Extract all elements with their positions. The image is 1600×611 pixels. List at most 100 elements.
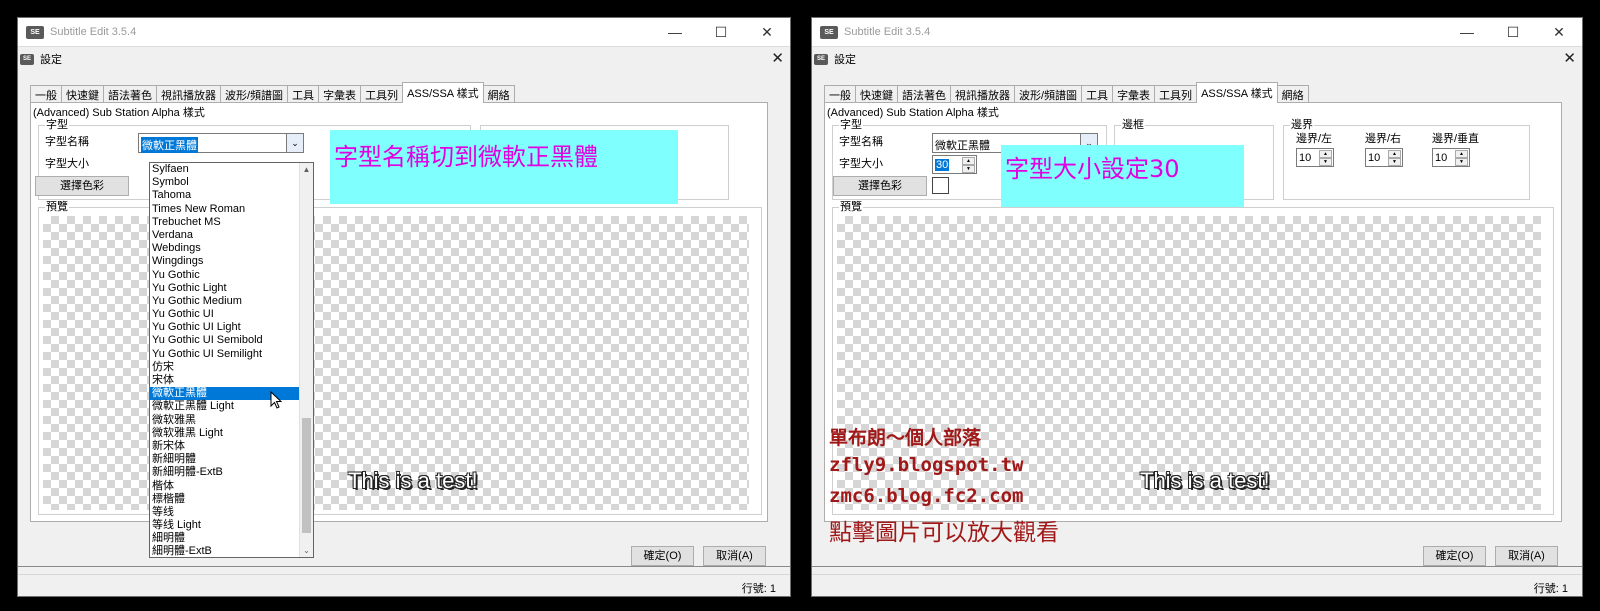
font-list-item[interactable]: Yu Gothic UI Semibold xyxy=(150,334,313,347)
font-list-item[interactable]: 微軟正黑體 Light xyxy=(150,400,313,413)
font-list-item[interactable]: 新細明體-ExtB xyxy=(150,466,313,479)
color-swatch[interactable] xyxy=(932,177,949,194)
dropdown-scrollbar[interactable]: ▲ ⌄ xyxy=(299,163,313,557)
font-list-item[interactable]: Wingdings xyxy=(150,255,313,268)
font-list-item[interactable]: 微软雅黑 Light xyxy=(150,427,313,440)
tab-video-player[interactable]: 視訊播放器 xyxy=(156,85,221,103)
title-bar[interactable]: SE Subtitle Edit 3.5.4 — ☐ ✕ xyxy=(812,18,1582,46)
font-name-combo[interactable]: 微軟正黑體 ⌄ xyxy=(138,133,304,153)
scroll-thumb[interactable] xyxy=(302,418,311,533)
tab-syntax-coloring[interactable]: 語法著色 xyxy=(103,85,157,103)
tab-waveform[interactable]: 波形/頻譜圖 xyxy=(220,85,289,103)
tab-syntax-coloring[interactable]: 語法著色 xyxy=(897,85,951,103)
spin-down-icon[interactable]: ▼ xyxy=(1455,158,1468,166)
font-dropdown-list[interactable]: Sylfaen Symbol Tahoma Times New Roman Trebuc… xyxy=(149,162,314,558)
settings-tabs: 一般 快速鍵 語法著色 視訊播放器 波形/頻譜圖 工具 字彙表 工具列 ASS/… xyxy=(30,82,515,103)
spin-up-icon[interactable]: ▲ xyxy=(1388,150,1401,158)
tab-ass-ssa-styles[interactable]: ASS/SSA 樣式 xyxy=(1196,82,1278,103)
chevron-down-icon[interactable]: ⌄ xyxy=(286,134,303,152)
font-list-item[interactable]: Yu Gothic Light xyxy=(150,282,313,295)
font-list-item[interactable]: Yu Gothic UI Semilight xyxy=(150,348,313,361)
margin-vertical-spin[interactable]: 10 ▲ ▼ xyxy=(1432,148,1470,167)
preview-group: 預覽 This is a test! xyxy=(38,201,762,515)
tab-network[interactable]: 網絡 xyxy=(1276,85,1309,103)
spin-down-icon[interactable]: ▼ xyxy=(1319,158,1332,166)
dialog-icon: SE xyxy=(20,53,34,65)
tab-waveform[interactable]: 波形/頻譜圖 xyxy=(1014,85,1083,103)
annotation-font-size: 字型大小設定30 xyxy=(1001,145,1244,207)
spin-down-icon[interactable]: ▼ xyxy=(1388,158,1401,166)
font-size-spin[interactable]: 30 ▲ ▼ xyxy=(932,155,977,174)
tab-shortcuts[interactable]: 快速鍵 xyxy=(61,85,104,103)
tab-network[interactable]: 網絡 xyxy=(482,85,515,103)
spin-up-icon[interactable]: ▲ xyxy=(962,157,975,165)
font-list-item[interactable]: 宋体 xyxy=(150,374,313,387)
font-list-item[interactable]: Sylfaen xyxy=(150,163,313,176)
ok-button[interactable]: 確定(O) xyxy=(1423,546,1486,566)
tab-general[interactable]: 一般 xyxy=(30,85,62,103)
ok-button[interactable]: 確定(O) xyxy=(631,546,694,566)
maximize-button[interactable]: ☐ xyxy=(698,18,744,46)
font-list-item[interactable]: 微软雅黑 xyxy=(150,414,313,427)
font-size-label: 字型大小 xyxy=(839,158,883,170)
font-list-item[interactable]: Yu Gothic UI xyxy=(150,308,313,321)
margin-right-spin[interactable]: 10 ▲ ▼ xyxy=(1365,148,1403,167)
tab-toolbar[interactable]: 工具列 xyxy=(360,85,404,103)
tab-shortcuts[interactable]: 快速鍵 xyxy=(855,85,898,103)
font-list-item[interactable]: Yu Gothic Medium xyxy=(150,295,313,308)
scroll-down-icon[interactable]: ⌄ xyxy=(300,544,313,557)
cancel-button[interactable]: 取消(A) xyxy=(703,546,766,566)
spin-down-icon[interactable]: ▼ xyxy=(962,165,975,173)
title-bar[interactable]: SE Subtitle Edit 3.5.4 — ☐ ✕ xyxy=(18,18,790,46)
close-button[interactable]: ✕ xyxy=(744,18,790,46)
font-list-item[interactable]: 新細明體 xyxy=(150,453,313,466)
font-list-item[interactable]: 仿宋 xyxy=(150,361,313,374)
dialog-close-icon[interactable]: ✕ xyxy=(771,49,784,67)
font-name-value: 微軟正黑體 xyxy=(935,140,990,152)
font-list-item[interactable]: Tahoma xyxy=(150,189,313,202)
font-list-item[interactable]: 細明體 xyxy=(150,532,313,545)
scroll-up-icon[interactable]: ▲ xyxy=(300,163,313,176)
font-list-item[interactable]: Verdana xyxy=(150,229,313,242)
close-button[interactable]: ✕ xyxy=(1536,18,1582,46)
dialog-title: 設定 xyxy=(40,54,62,66)
font-list-item[interactable]: 標楷體 xyxy=(150,493,313,506)
font-name-label: 字型名稱 xyxy=(45,136,89,148)
tab-toolbar[interactable]: 工具列 xyxy=(1154,85,1198,103)
font-list-item[interactable]: Yu Gothic UI Light xyxy=(150,321,313,334)
margin-right-label: 邊界/右 xyxy=(1365,133,1402,145)
font-list-item[interactable]: Symbol xyxy=(150,176,313,189)
app-window-right: SE Subtitle Edit 3.5.4 — ☐ ✕ SE 設定 ✕ 一般 … xyxy=(811,17,1583,597)
tab-word-lists[interactable]: 字彙表 xyxy=(1112,85,1156,103)
font-list-item[interactable]: 微軟正黑體 xyxy=(150,387,313,401)
font-list-item[interactable]: 楷体 xyxy=(150,480,313,493)
font-list-item[interactable]: 細明體-ExtB xyxy=(150,545,313,557)
tab-word-lists[interactable]: 字彙表 xyxy=(318,85,362,103)
tab-tools[interactable]: 工具 xyxy=(1081,85,1114,103)
minimize-button[interactable]: — xyxy=(652,18,698,46)
spin-up-icon[interactable]: ▲ xyxy=(1319,150,1332,158)
font-list-item[interactable]: 等线 Light xyxy=(150,519,313,532)
dialog-close-icon[interactable]: ✕ xyxy=(1563,49,1576,67)
margin-group-label: 邊界 xyxy=(1290,119,1314,131)
margin-right-value: 10 xyxy=(1368,152,1381,164)
tab-general[interactable]: 一般 xyxy=(824,85,856,103)
maximize-button[interactable]: ☐ xyxy=(1490,18,1536,46)
cancel-button[interactable]: 取消(A) xyxy=(1495,546,1558,566)
font-list-item[interactable]: Times New Roman xyxy=(150,203,313,216)
font-list-item[interactable]: 等线 xyxy=(150,506,313,519)
minimize-button[interactable]: — xyxy=(1444,18,1490,46)
spin-up-icon[interactable]: ▲ xyxy=(1455,150,1468,158)
font-list-item[interactable]: Trebuchet MS xyxy=(150,216,313,229)
margin-left-spin[interactable]: 10 ▲ ▼ xyxy=(1296,148,1334,167)
choose-color-button[interactable]: 選擇色彩 xyxy=(833,176,927,196)
font-size-value: 30 xyxy=(935,159,950,171)
tab-tools[interactable]: 工具 xyxy=(287,85,320,103)
font-list-item[interactable]: Webdings xyxy=(150,242,313,255)
tab-video-player[interactable]: 視訊播放器 xyxy=(950,85,1015,103)
choose-color-button[interactable]: 選擇色彩 xyxy=(35,176,129,196)
dialog-title: 設定 xyxy=(834,54,856,66)
tab-ass-ssa-styles[interactable]: ASS/SSA 樣式 xyxy=(402,82,484,103)
font-list-item[interactable]: 新宋体 xyxy=(150,440,313,453)
font-list-item[interactable]: Yu Gothic xyxy=(150,269,313,282)
